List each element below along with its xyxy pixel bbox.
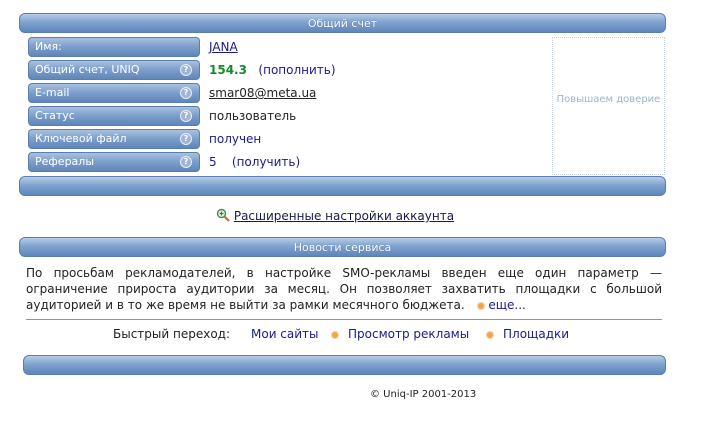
news-more-link[interactable]: еще...	[488, 298, 526, 312]
top-up-link[interactable]: (пополнить)	[258, 63, 335, 77]
balance-amount: 154.3	[209, 63, 247, 77]
value-key-file: получен	[209, 132, 261, 146]
magnifier-settings-icon	[216, 208, 230, 222]
quick-nav-label: Быстрый переход:	[113, 327, 231, 341]
value-name: JANA	[209, 40, 238, 54]
help-icon[interactable]: ?	[180, 110, 192, 122]
label-status: Статус ?	[28, 106, 200, 126]
label-email: E-mail ?	[28, 83, 200, 103]
help-icon[interactable]: ?	[180, 87, 192, 99]
label-balance: Общий счет, UNIQ ?	[28, 60, 200, 80]
news-divider	[26, 319, 662, 320]
news-title: Новости сервиса	[293, 241, 392, 254]
nav-ad-view[interactable]: Просмотр рекламы	[348, 327, 469, 341]
help-icon[interactable]: ?	[180, 133, 192, 145]
status-text: пользователь	[209, 109, 297, 123]
value-status: пользователь	[209, 109, 296, 123]
help-icon[interactable]: ?	[180, 64, 192, 76]
account-title: Общий счет	[307, 17, 378, 30]
account-header-bar: Общий счет	[19, 13, 666, 33]
value-referrals: 5 (получить)	[209, 155, 300, 169]
news-header-bar: Новости сервиса	[19, 237, 666, 257]
news-body: По просьбам рекламодателей, в настройке …	[26, 266, 662, 312]
trust-text: Повышаем доверие	[556, 94, 661, 105]
label-referrals: Рефералы ?	[28, 152, 200, 172]
referrals-count: 5	[209, 155, 217, 169]
bottom-bar	[23, 355, 666, 375]
news-text: По просьбам рекламодателей, в настройке …	[26, 265, 662, 313]
key-file-link[interactable]: получен	[209, 132, 261, 146]
advanced-settings-row[interactable]: Расширенные настройки аккаунта	[216, 208, 454, 223]
value-email: smar08@meta.ua	[209, 86, 316, 100]
advanced-settings-link[interactable]: Расширенные настройки аккаунта	[234, 209, 454, 223]
bullet-icon	[486, 331, 494, 339]
email-link[interactable]: smar08@meta.ua	[209, 86, 316, 100]
label-name: Имя:	[28, 37, 200, 57]
label-key-file: Ключевой файл ?	[28, 129, 200, 149]
value-balance: 154.3 (пополнить)	[209, 63, 336, 77]
user-name-link[interactable]: JANA	[209, 40, 238, 54]
bullet-icon	[476, 301, 485, 310]
copyright: © Uniq-IP 2001-2013	[370, 389, 477, 400]
help-icon[interactable]: ?	[180, 156, 192, 168]
account-footer-bar	[19, 176, 666, 196]
get-referrals-link[interactable]: (получить)	[232, 155, 300, 169]
trust-badge[interactable]: Повышаем доверие	[552, 37, 665, 175]
nav-my-sites[interactable]: Мои сайты	[251, 327, 319, 341]
nav-platforms[interactable]: Площадки	[503, 327, 569, 341]
bullet-icon	[331, 331, 339, 339]
